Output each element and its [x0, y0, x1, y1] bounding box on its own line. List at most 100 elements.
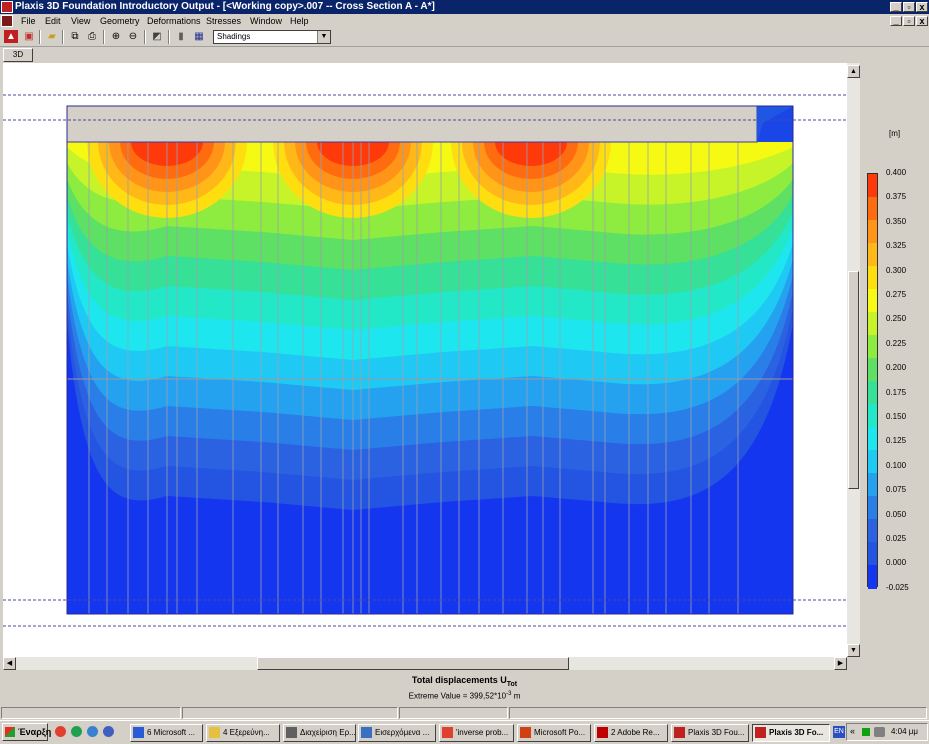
- doc-close-icon[interactable]: x: [916, 16, 928, 26]
- media-player-icon[interactable]: [103, 726, 114, 737]
- extreme-value: Extreme Value = 399,52*10-3 m: [408, 691, 521, 701]
- menu-view[interactable]: View: [71, 15, 90, 27]
- document-icon[interactable]: [1, 15, 13, 27]
- legend-swatch: [868, 174, 877, 198]
- legend-swatch: [868, 519, 877, 543]
- folder-icon: [209, 727, 220, 738]
- legend-label: 0.025: [886, 534, 907, 543]
- legend-label: 0.225: [886, 338, 907, 348]
- vertical-scrollbar[interactable]: ▲ ▼: [847, 63, 860, 657]
- plot-info: Total displacements UTot Extreme Value =…: [0, 670, 929, 706]
- legend-label: -0.025: [886, 582, 909, 592]
- taskbar-item-label: Plaxis 3D Fou...: [688, 728, 745, 737]
- legend-swatch: [868, 404, 877, 428]
- start-button[interactable]: Έναρξη: [2, 723, 51, 741]
- plaxis-icon: [755, 727, 766, 738]
- taskbar-item[interactable]: Plaxis 3D Fo...: [752, 724, 830, 742]
- status-bar: [0, 706, 929, 720]
- network-icon[interactable]: [874, 727, 885, 737]
- legend-swatch: [868, 266, 877, 290]
- taskbar-item-label: Plaxis 3D Fo...: [769, 728, 824, 737]
- taskbar-item[interactable]: Microsoft Po...: [517, 724, 591, 742]
- zoom-out-icon[interactable]: ⊖: [126, 30, 140, 43]
- powerpoint-icon: [520, 727, 531, 738]
- taskbar-item-label: 6 Microsoft ...: [147, 728, 196, 737]
- taskbar: Έναρξη 6 Microsoft ... 4 Εξερεύνη... Διαχε…: [0, 720, 929, 744]
- maximize-icon[interactable]: ▫: [903, 2, 915, 12]
- chevron-down-icon[interactable]: ▼: [317, 31, 330, 43]
- system-tray: EN « 4:04 μμ: [833, 723, 928, 741]
- taskbar-item[interactable]: Plaxis 3D Fou...: [671, 724, 749, 742]
- view-select[interactable]: Shadings ▼: [213, 30, 331, 44]
- menu-edit[interactable]: Edit: [45, 15, 61, 27]
- tray-app-icon[interactable]: [862, 728, 870, 736]
- legend-swatch: [868, 381, 877, 405]
- reset-view-icon[interactable]: ◩: [150, 30, 164, 43]
- legend-label: 0.150: [886, 412, 907, 421]
- minimize-icon[interactable]: _: [890, 2, 902, 12]
- language-indicator[interactable]: EN: [833, 726, 845, 738]
- table-icon[interactable]: ▦: [192, 30, 206, 43]
- taskbar-item[interactable]: 6 Microsoft ...: [130, 724, 203, 742]
- legend-label: 0.275: [886, 290, 907, 299]
- taskbar-item[interactable]: Εισερχόμενα ...: [358, 724, 436, 742]
- scroll-up-icon[interactable]: ▲: [847, 65, 860, 78]
- menu-help[interactable]: Help: [290, 15, 309, 27]
- taskbar-item[interactable]: 4 Εξερεύνη...: [206, 724, 280, 742]
- scroll-left-icon[interactable]: ◀: [3, 657, 16, 670]
- mail-icon: [361, 727, 372, 738]
- plaxis-input-icon[interactable]: ▲: [4, 30, 18, 43]
- menu-file[interactable]: File: [21, 15, 36, 27]
- taskbar-item[interactable]: 'inverse prob...: [439, 724, 514, 742]
- scroll-right-icon[interactable]: ▶: [834, 657, 847, 670]
- doc-minimize-icon[interactable]: _: [890, 16, 902, 26]
- plaxis-icon[interactable]: [1, 1, 13, 13]
- close-icon[interactable]: x: [916, 2, 928, 12]
- taskbar-item-label: 4 Εξερεύνη...: [223, 728, 270, 737]
- scroll-down-icon[interactable]: ▼: [847, 644, 860, 657]
- legend-panel: [m] 0.400 0.375 0.350 0.325 0.300 0.275 0.250 0…: [861, 63, 929, 670]
- tab-3d[interactable]: 3D: [3, 48, 33, 62]
- taskbar-item-label: Microsoft Po...: [534, 728, 586, 737]
- menu-geometry[interactable]: Geometry: [100, 15, 140, 27]
- zoom-in-icon[interactable]: ⊕: [109, 30, 123, 43]
- computer-management-icon: [286, 727, 297, 738]
- clock: 4:04 μμ: [891, 727, 919, 736]
- plot-canvas[interactable]: [3, 63, 847, 657]
- legend-label: 0.075: [886, 485, 907, 495]
- horizontal-scroll-thumb[interactable]: [257, 657, 569, 670]
- legend-label: 0.350: [886, 216, 907, 226]
- taskbar-item-label: Διαχείριση Ερ...: [300, 728, 356, 737]
- open-folder-icon[interactable]: ▰: [45, 30, 59, 43]
- legend-label: 0.325: [886, 241, 907, 251]
- legend-colorbar: [867, 173, 878, 589]
- legend-swatch: [868, 220, 877, 244]
- internet-explorer-icon[interactable]: [87, 726, 98, 737]
- structures-icon[interactable]: ▮: [174, 30, 188, 43]
- horizontal-scrollbar[interactable]: ◀ ▶: [3, 657, 847, 670]
- legend-swatch: [868, 335, 877, 359]
- legend-swatch: [868, 243, 877, 267]
- status-cell: [1, 707, 181, 719]
- taskbar-item[interactable]: 2 Adobe Re...: [594, 724, 668, 742]
- taskbar-item[interactable]: Διαχείριση Ερ...: [283, 724, 356, 742]
- legend-label: 0.375: [886, 192, 907, 202]
- menu-stresses[interactable]: Stresses: [206, 15, 241, 27]
- menu-window[interactable]: Window: [250, 15, 282, 27]
- print-icon[interactable]: ⎙: [85, 30, 99, 43]
- word-icon: [133, 727, 144, 738]
- plot-title-subscript: Tot: [506, 680, 518, 688]
- legend-label: 0.050: [886, 509, 907, 519]
- menu-deformations[interactable]: Deformations: [147, 15, 201, 27]
- chrome-icon[interactable]: [55, 726, 66, 737]
- copy-icon[interactable]: ⧉: [68, 30, 82, 43]
- stop-icon[interactable]: ▣: [22, 30, 36, 43]
- window-title: Plaxis 3D Foundation Introductory Output…: [15, 1, 435, 12]
- taskbar-item-label: 'inverse prob...: [456, 728, 509, 737]
- tray-expand-icon[interactable]: «: [850, 726, 855, 736]
- toolbar: ▲ ▣ ▰ ⧉ ⎙ ⊕ ⊖ ◩ ▮ ▦: [0, 28, 929, 47]
- status-cell: [509, 707, 927, 719]
- doc-restore-icon[interactable]: ▫: [903, 16, 915, 26]
- vertical-scroll-thumb[interactable]: [848, 271, 859, 489]
- browser-icon[interactable]: [71, 726, 82, 737]
